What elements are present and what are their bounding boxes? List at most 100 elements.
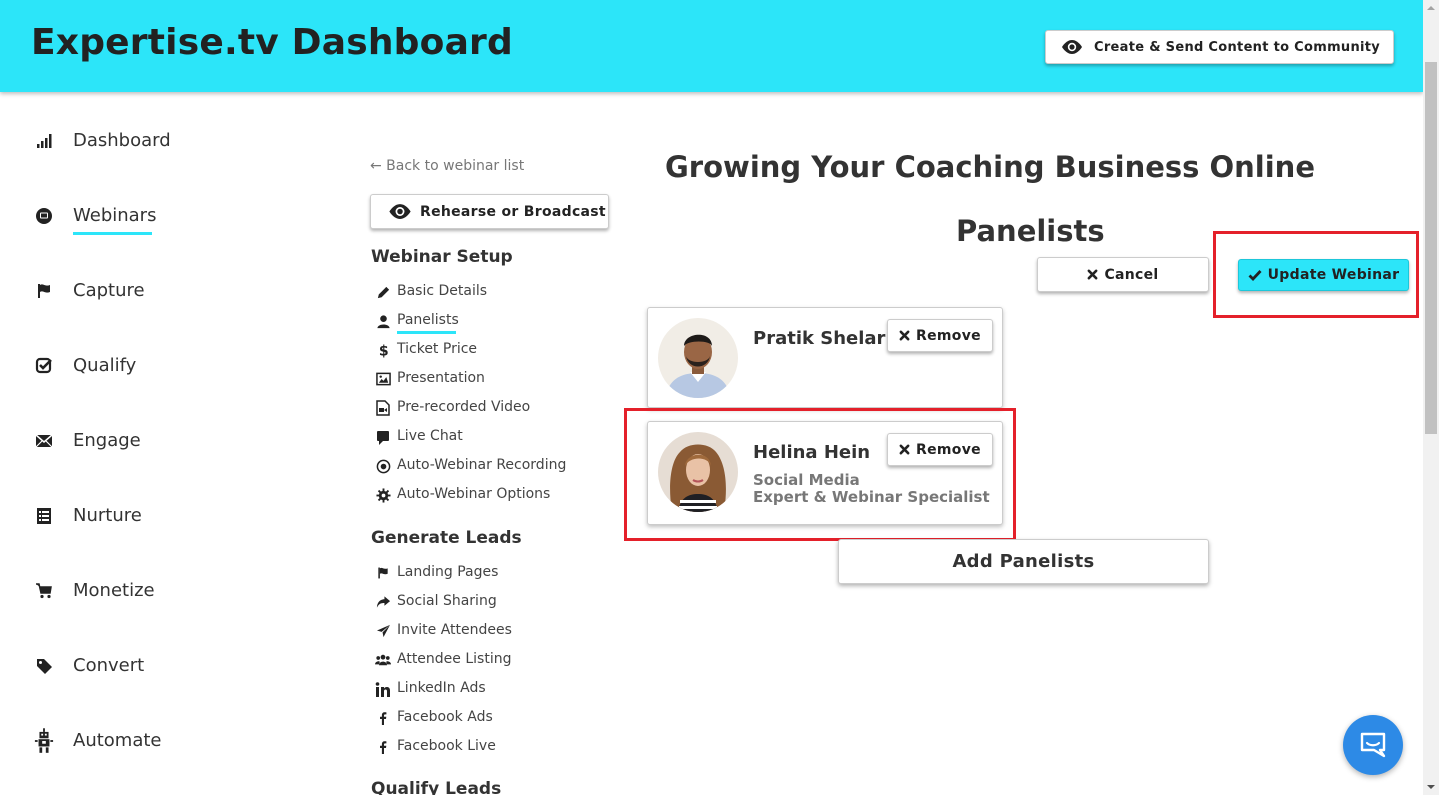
sidebar-item-monetize[interactable]: Monetize — [34, 576, 155, 606]
sidebar-item-automate[interactable]: Automate — [34, 726, 162, 756]
panelist-card: Pratik Shelar Remove — [647, 307, 1003, 408]
menu-item-label: Facebook Live — [397, 738, 496, 754]
chat-bubble-icon — [1358, 730, 1388, 760]
linkedin-icon — [375, 681, 391, 697]
paper-plane-icon — [375, 623, 391, 639]
menu-item-label: Facebook Ads — [397, 709, 493, 725]
webinar-title: Growing Your Coaching Business Online — [665, 150, 1315, 184]
app-title: Expertise.tv Dashboard — [31, 22, 513, 63]
panelists-section-title: Panelists — [956, 214, 1105, 248]
page: Expertise.tv Dashboard Create & Send Con… — [0, 0, 1439, 795]
menu-item-label: Live Chat — [397, 428, 463, 444]
remove-panelist-button[interactable]: Remove — [887, 319, 993, 352]
remove-label: Remove — [916, 441, 981, 458]
flag-icon — [34, 281, 54, 301]
create-send-content-button[interactable]: Create & Send Content to Community — [1045, 30, 1394, 64]
scroll-up-arrow-icon[interactable] — [1423, 0, 1439, 16]
robot-icon — [34, 728, 54, 753]
close-icon — [899, 330, 910, 341]
remove-panelist-button[interactable]: Remove — [887, 433, 993, 466]
sidebar-item-dashboard[interactable]: Dashboard — [34, 126, 171, 156]
active-underline — [397, 331, 456, 334]
check-icon — [1248, 269, 1262, 281]
sidebar-item-label: Capture — [73, 280, 145, 301]
panelist-title-line-1: Social Media — [753, 471, 860, 489]
eye-icon — [1060, 39, 1084, 55]
active-underline — [73, 232, 152, 235]
top-header: Expertise.tv Dashboard Create & Send Con… — [0, 0, 1423, 92]
svg-text:$: $ — [378, 344, 388, 358]
record-icon — [375, 458, 391, 474]
pencil-icon — [375, 284, 391, 300]
menu-item-label: Basic Details — [397, 283, 488, 299]
comment-icon — [375, 429, 391, 445]
envelope-icon — [34, 431, 54, 451]
menu-item-label: Presentation — [397, 370, 485, 386]
close-icon — [1087, 269, 1098, 280]
menu-item-label: Auto-Webinar Recording — [397, 457, 567, 473]
cart-icon — [34, 581, 54, 601]
remove-label: Remove — [916, 327, 981, 344]
avatar — [658, 432, 738, 512]
webinar-icon — [34, 206, 54, 226]
user-icon — [375, 313, 391, 329]
sidebar-item-capture[interactable]: Capture — [34, 276, 145, 306]
users-icon — [375, 652, 391, 668]
cancel-label: Cancel — [1104, 266, 1159, 283]
sidebar-item-nurture[interactable]: Nurture — [34, 501, 142, 531]
menu-item-label: Attendee Listing — [397, 651, 512, 667]
menu-item-presentation[interactable]: Presentation — [375, 369, 485, 389]
menu-item-label: Landing Pages — [397, 564, 499, 580]
rehearse-or-broadcast-label: Rehearse or Broadcast — [420, 203, 606, 220]
facebook-icon — [375, 739, 391, 755]
panelist-name: Helina Hein — [753, 442, 871, 463]
sidebar-item-engage[interactable]: Engage — [34, 426, 141, 456]
sidebar-item-label: Monetize — [73, 580, 155, 601]
scroll-down-arrow-icon[interactable] — [1423, 779, 1439, 795]
add-panelists-button[interactable]: Add Panelists — [838, 539, 1209, 584]
menu-item-auto-webinar-options[interactable]: Auto-Webinar Options — [375, 485, 550, 505]
menu-item-facebook-live[interactable]: Facebook Live — [375, 737, 496, 757]
menu-item-facebook-ads[interactable]: Facebook Ads — [375, 708, 493, 728]
menu-item-social-sharing[interactable]: Social Sharing — [375, 592, 497, 612]
sidebar-item-label: Convert — [73, 655, 145, 676]
menu-item-label: LinkedIn Ads — [397, 680, 486, 696]
sidebar-item-qualify[interactable]: Qualify — [34, 351, 136, 381]
rehearse-or-broadcast-button[interactable]: Rehearse or Broadcast — [370, 194, 609, 229]
menu-item-linkedin-ads[interactable]: LinkedIn Ads — [375, 679, 486, 699]
menu-item-ticket-price[interactable]: $ Ticket Price — [375, 340, 477, 360]
cancel-button[interactable]: Cancel — [1037, 257, 1209, 292]
close-icon — [899, 444, 910, 455]
scroll-thumb[interactable] — [1425, 62, 1437, 434]
menu-item-basic-details[interactable]: Basic Details — [375, 282, 487, 302]
menu-item-invite-attendees[interactable]: Invite Attendees — [375, 621, 512, 641]
menu-item-attendee-listing[interactable]: Attendee Listing — [375, 650, 511, 670]
menu-item-label: Social Sharing — [397, 593, 497, 609]
back-to-webinar-list-link[interactable]: ← Back to webinar list — [370, 158, 524, 174]
sidebar-item-label: Dashboard — [73, 130, 171, 151]
page-scrollbar[interactable] — [1423, 0, 1439, 795]
sidebar-item-label: Nurture — [73, 505, 142, 526]
sidebar-item-label: Qualify — [73, 355, 137, 376]
menu-item-panelists[interactable]: Panelists — [375, 311, 459, 334]
menu-item-label: Auto-Webinar Options — [397, 486, 551, 502]
sidebar-item-webinars[interactable]: Webinars — [34, 201, 156, 235]
flag-icon — [375, 565, 391, 581]
update-webinar-label: Update Webinar — [1267, 267, 1400, 283]
video-file-icon — [375, 400, 391, 416]
menu-item-label: Pre-recorded Video — [397, 399, 531, 415]
picture-icon — [375, 371, 391, 387]
sidebar-item-convert[interactable]: Convert — [34, 651, 144, 681]
create-send-content-label: Create & Send Content to Community — [1094, 39, 1381, 55]
menu-item-pre-recorded-video[interactable]: Pre-recorded Video — [375, 398, 530, 418]
check-square-icon — [34, 356, 54, 376]
menu-item-live-chat[interactable]: Live Chat — [375, 427, 463, 447]
generate-leads-heading: Generate Leads — [371, 528, 522, 548]
update-webinar-button[interactable]: Update Webinar — [1238, 259, 1409, 291]
menu-item-landing-pages[interactable]: Landing Pages — [375, 563, 498, 583]
gear-icon — [375, 487, 391, 503]
dollar-icon: $ — [375, 342, 391, 358]
menu-item-auto-webinar-recording[interactable]: Auto-Webinar Recording — [375, 456, 566, 476]
sidebar-item-label: Engage — [73, 430, 141, 451]
chat-launcher-button[interactable] — [1343, 715, 1403, 775]
